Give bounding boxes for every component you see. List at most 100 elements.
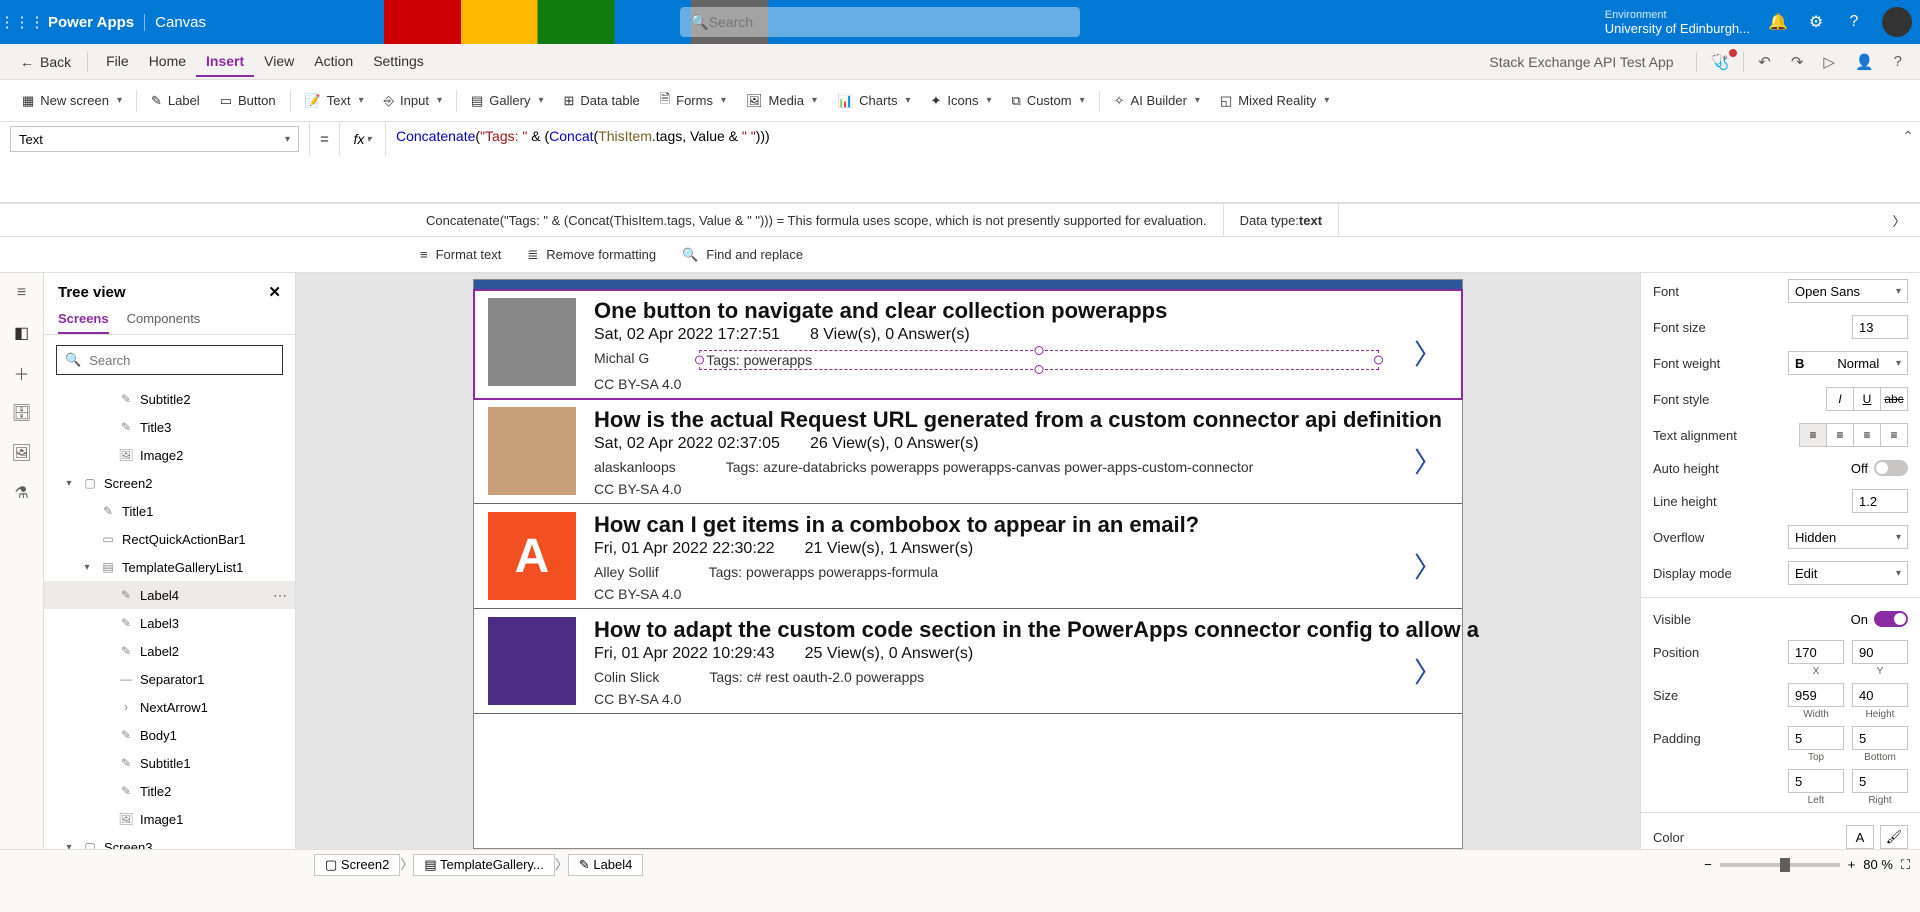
insert-input[interactable]: ⎆ Input▾ (374, 93, 452, 109)
share-icon[interactable]: 👤 (1849, 53, 1880, 71)
fx-button[interactable]: fx▾ (340, 122, 386, 156)
menu-tab-insert[interactable]: Insert (196, 47, 254, 77)
align-left-button[interactable]: ≡ (1799, 423, 1827, 447)
menu-tab-settings[interactable]: Settings (363, 47, 434, 77)
insert-button[interactable]: ▭ Button (210, 93, 286, 109)
tree-node-nextarrow1[interactable]: ›NextArrow1⋯ (44, 693, 295, 721)
chevron-right-icon[interactable]: 〉 (1414, 333, 1442, 373)
prop-height-input[interactable] (1852, 683, 1908, 707)
fill-color-button[interactable]: 🖌 (1880, 825, 1908, 849)
rail-insert-icon[interactable]: ＋ (12, 363, 32, 383)
insert-text[interactable]: 📝 Text▾ (295, 93, 374, 109)
environment-picker[interactable]: Environment University of Edinburgh... (1605, 8, 1750, 36)
prop-visible-toggle[interactable] (1874, 611, 1908, 627)
tree-node-label2[interactable]: ✎Label2⋯ (44, 637, 295, 665)
breadcrumb[interactable]: ▤ TemplateGallery... (413, 854, 554, 876)
undo-icon[interactable]: ↶ (1752, 53, 1777, 71)
tree-search-input[interactable] (89, 353, 274, 368)
tree-node-title3[interactable]: ✎Title3⋯ (44, 413, 295, 441)
menu-tab-file[interactable]: File (96, 47, 139, 77)
property-selector[interactable]: Text▾ (0, 122, 310, 156)
prop-pad-right[interactable] (1852, 769, 1908, 793)
rail-variables-icon[interactable]: ⚗ (12, 483, 32, 503)
breadcrumb[interactable]: ▢ Screen2 (314, 854, 400, 876)
user-avatar[interactable] (1882, 7, 1912, 37)
formula-input[interactable]: Concatenate("Tags: " & (Concat(ThisItem.… (386, 122, 1920, 202)
find-replace-button[interactable]: 🔍 Find and replace (682, 247, 803, 263)
strike-button[interactable]: abc (1880, 387, 1908, 411)
formula-result-expand-icon[interactable]: 〉 (1884, 211, 1914, 230)
settings-icon[interactable]: ⚙ (1806, 12, 1826, 32)
gallery-row[interactable]: AHow can I get items in a combobox to ap… (474, 504, 1462, 609)
insert-icons[interactable]: ✦ Icons▾ (921, 93, 1002, 109)
help-icon[interactable]: ? (1844, 12, 1864, 32)
tree-node-screen2[interactable]: ▾▢Screen2⋯ (44, 469, 295, 497)
tree-node-title2[interactable]: ✎Title2⋯ (44, 777, 295, 805)
tree-search[interactable]: 🔍 (56, 345, 283, 375)
more-icon[interactable]: ⋯ (273, 587, 287, 604)
chevron-right-icon[interactable]: 〉 (1414, 651, 1442, 691)
tree-node-label3[interactable]: ✎Label3⋯ (44, 609, 295, 637)
align-right-button[interactable]: ≡ (1853, 423, 1881, 447)
zoom-slider[interactable] (1720, 863, 1840, 867)
prop-fontstyle-buttons[interactable]: IUabc (1827, 387, 1908, 411)
insert-ai-builder[interactable]: ✧ AI Builder▾ (1104, 93, 1210, 109)
insert-media[interactable]: 🖼 Media▾ (736, 93, 827, 109)
tree-node-body1[interactable]: ✎Body1⋯ (44, 721, 295, 749)
notification-icon[interactable]: 🔔 (1768, 12, 1788, 32)
global-search-input[interactable] (709, 14, 1070, 30)
preview-icon[interactable]: ▷ (1817, 53, 1841, 71)
tree-node-screen3[interactable]: ▾▢Screen3⋯ (44, 833, 295, 849)
menu-tab-action[interactable]: Action (304, 47, 363, 77)
zoom-in-icon[interactable]: + (1848, 857, 1856, 872)
app-launcher-icon[interactable]: ⋮⋮⋮ (0, 0, 44, 44)
prop-lineheight-input[interactable] (1852, 489, 1908, 513)
global-search[interactable]: 🔍 (680, 7, 1080, 37)
rail-media-icon[interactable]: 🖼 (12, 443, 32, 463)
prop-align-buttons[interactable]: ≡≡≡≡ (1800, 423, 1908, 447)
zoom-out-icon[interactable]: − (1704, 857, 1712, 872)
tree-node-templategallerylist1[interactable]: ▾▤TemplateGalleryList1⋯ (44, 553, 295, 581)
rail-tree-icon[interactable]: ◧ (12, 323, 32, 343)
prop-font-select[interactable]: Open Sans▾ (1788, 279, 1908, 303)
prop-pad-top[interactable] (1788, 726, 1844, 750)
help2-icon[interactable]: ? (1888, 53, 1908, 70)
gallery-row[interactable]: How is the actual Request URL generated … (474, 399, 1462, 504)
prop-fontsize-input[interactable] (1852, 315, 1908, 339)
menu-tab-view[interactable]: View (254, 47, 304, 77)
selected-label-control[interactable]: Tags: powerapps (699, 350, 1379, 370)
tree-node-subtitle1[interactable]: ✎Subtitle1⋯ (44, 749, 295, 777)
tree-node-image1[interactable]: 🖼Image1⋯ (44, 805, 295, 833)
insert-datatable[interactable]: ⊞ Data table (554, 93, 650, 109)
rail-hamburger-icon[interactable]: ≡ (12, 283, 32, 303)
rail-data-icon[interactable]: 🗄 (12, 403, 32, 423)
prop-pad-left[interactable] (1788, 769, 1844, 793)
prop-displaymode-select[interactable]: Edit▾ (1788, 561, 1908, 585)
insert-custom[interactable]: ⧉ Custom▾ (1002, 93, 1095, 109)
tree-node-rectquickactionbar1[interactable]: ▭RectQuickActionBar1⋯ (44, 525, 295, 553)
prop-pad-bottom[interactable] (1852, 726, 1908, 750)
insert-mixed-reality[interactable]: ◱ Mixed Reality▾ (1210, 93, 1339, 109)
underline-button[interactable]: U (1853, 387, 1881, 411)
italic-button[interactable]: I (1826, 387, 1854, 411)
prop-width-input[interactable] (1788, 683, 1844, 707)
prop-autoheight-toggle[interactable] (1874, 460, 1908, 476)
tree-close-icon[interactable]: ✕ (268, 283, 281, 301)
format-text-button[interactable]: ≡ Format text (420, 247, 501, 262)
tree-tab-screens[interactable]: Screens (58, 305, 109, 334)
prop-x-input[interactable] (1788, 640, 1844, 664)
formula-collapse-icon[interactable]: ⌃ (1902, 128, 1914, 145)
font-color-button[interactable]: A (1846, 825, 1874, 849)
chevron-right-icon[interactable]: 〉 (1414, 441, 1442, 481)
chevron-right-icon[interactable]: 〉 (1414, 546, 1442, 586)
tree-node-title1[interactable]: ✎Title1⋯ (44, 497, 295, 525)
app-checker-icon[interactable]: 🩺 (1705, 53, 1736, 71)
tree-node-image2[interactable]: 🖼Image2⋯ (44, 441, 295, 469)
breadcrumb[interactable]: ✎ Label4 (568, 854, 644, 876)
insert-charts[interactable]: 📊 Charts▾ (827, 93, 921, 109)
insert-forms[interactable]: 🗎 Forms▾ (650, 90, 736, 112)
new-screen-button[interactable]: ▦ New screen▾ (12, 93, 132, 109)
align-justify-button[interactable]: ≡ (1880, 423, 1908, 447)
tree-node-separator1[interactable]: —Separator1⋯ (44, 665, 295, 693)
prop-fontweight-select[interactable]: B Normal▾ (1788, 351, 1908, 375)
